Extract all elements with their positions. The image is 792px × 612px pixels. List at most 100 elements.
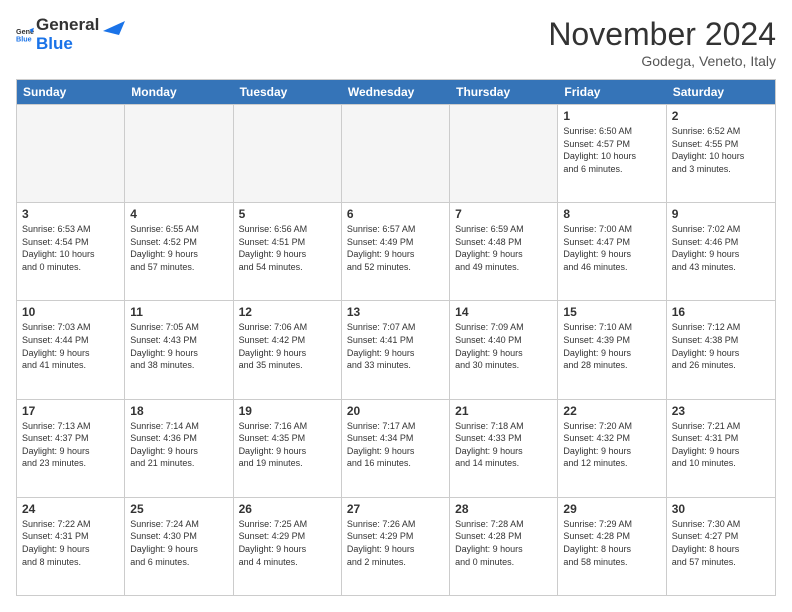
cell-info: Sunrise: 6:55 AM Sunset: 4:52 PM Dayligh… [130, 223, 227, 273]
day-number: 24 [22, 502, 119, 516]
day-number: 22 [563, 404, 660, 418]
logo-bird-icon [103, 17, 125, 45]
cell-info: Sunrise: 6:53 AM Sunset: 4:54 PM Dayligh… [22, 223, 119, 273]
day-number: 2 [672, 109, 770, 123]
calendar-cell-r4c3: 27 Sunrise: 7:26 AM Sunset: 4:29 PM Dayli… [342, 498, 450, 595]
cell-info: Sunrise: 7:12 AM Sunset: 4:38 PM Dayligh… [672, 321, 770, 371]
calendar-cell-r2c2: 12 Sunrise: 7:06 AM Sunset: 4:42 PM Dayli… [234, 301, 342, 398]
calendar-cell-r1c2: 5 Sunrise: 6:56 AM Sunset: 4:51 PM Daylig… [234, 203, 342, 300]
day-number: 15 [563, 305, 660, 319]
day-number: 17 [22, 404, 119, 418]
day-number: 6 [347, 207, 444, 221]
calendar-cell-r1c1: 4 Sunrise: 6:55 AM Sunset: 4:52 PM Daylig… [125, 203, 233, 300]
day-number: 10 [22, 305, 119, 319]
cell-info: Sunrise: 7:14 AM Sunset: 4:36 PM Dayligh… [130, 420, 227, 470]
cell-info: Sunrise: 7:05 AM Sunset: 4:43 PM Dayligh… [130, 321, 227, 371]
day-number: 26 [239, 502, 336, 516]
cell-info: Sunrise: 7:20 AM Sunset: 4:32 PM Dayligh… [563, 420, 660, 470]
header-wednesday: Wednesday [342, 80, 450, 104]
calendar-cell-r1c6: 9Sunrise: 7:02 AM Sunset: 4:46 PM Daylig… [667, 203, 775, 300]
page: General Blue General Blue November 2024 … [0, 0, 792, 612]
calendar-cell-r0c3 [342, 105, 450, 202]
logo: General Blue General Blue [16, 16, 125, 53]
cell-info: Sunrise: 6:50 AM Sunset: 4:57 PM Dayligh… [563, 125, 660, 175]
calendar-cell-r3c4: 21 Sunrise: 7:18 AM Sunset: 4:33 PM Dayli… [450, 400, 558, 497]
calendar-cell-r1c4: 7Sunrise: 6:59 AM Sunset: 4:48 PM Daylig… [450, 203, 558, 300]
day-number: 5 [239, 207, 336, 221]
cell-info: Sunrise: 7:13 AM Sunset: 4:37 PM Dayligh… [22, 420, 119, 470]
day-number: 9 [672, 207, 770, 221]
cell-info: Sunrise: 7:26 AM Sunset: 4:29 PM Dayligh… [347, 518, 444, 568]
cell-info: Sunrise: 7:24 AM Sunset: 4:30 PM Dayligh… [130, 518, 227, 568]
header-friday: Friday [558, 80, 666, 104]
cell-info: Sunrise: 7:21 AM Sunset: 4:31 PM Dayligh… [672, 420, 770, 470]
cell-info: Sunrise: 6:57 AM Sunset: 4:49 PM Dayligh… [347, 223, 444, 273]
calendar-cell-r4c5: 29Sunrise: 7:29 AM Sunset: 4:28 PM Dayli… [558, 498, 666, 595]
day-number: 30 [672, 502, 770, 516]
calendar-cell-r4c4: 28 Sunrise: 7:28 AM Sunset: 4:28 PM Dayli… [450, 498, 558, 595]
cell-info: Sunrise: 7:00 AM Sunset: 4:47 PM Dayligh… [563, 223, 660, 273]
calendar-body: 1 Sunrise: 6:50 AM Sunset: 4:57 PM Daylig… [17, 104, 775, 595]
calendar-cell-r0c2 [234, 105, 342, 202]
day-number: 29 [563, 502, 660, 516]
calendar-cell-r2c3: 13 Sunrise: 7:07 AM Sunset: 4:41 PM Dayli… [342, 301, 450, 398]
calendar-cell-r3c1: 18 Sunrise: 7:14 AM Sunset: 4:36 PM Dayli… [125, 400, 233, 497]
month-title: November 2024 [548, 16, 776, 53]
header-monday: Monday [125, 80, 233, 104]
day-number: 25 [130, 502, 227, 516]
cell-info: Sunrise: 7:25 AM Sunset: 4:29 PM Dayligh… [239, 518, 336, 568]
cell-info: Sunrise: 7:03 AM Sunset: 4:44 PM Dayligh… [22, 321, 119, 371]
calendar-cell-r3c3: 20Sunrise: 7:17 AM Sunset: 4:34 PM Dayli… [342, 400, 450, 497]
calendar-row-1: 1 Sunrise: 6:50 AM Sunset: 4:57 PM Daylig… [17, 104, 775, 202]
day-number: 18 [130, 404, 227, 418]
day-number: 1 [563, 109, 660, 123]
calendar-cell-r2c5: 15Sunrise: 7:10 AM Sunset: 4:39 PM Dayli… [558, 301, 666, 398]
cell-info: Sunrise: 6:52 AM Sunset: 4:55 PM Dayligh… [672, 125, 770, 175]
header-sunday: Sunday [17, 80, 125, 104]
calendar-cell-r4c2: 26 Sunrise: 7:25 AM Sunset: 4:29 PM Dayli… [234, 498, 342, 595]
day-number: 16 [672, 305, 770, 319]
day-number: 3 [22, 207, 119, 221]
header-tuesday: Tuesday [234, 80, 342, 104]
calendar-cell-r0c1 [125, 105, 233, 202]
day-number: 27 [347, 502, 444, 516]
cell-info: Sunrise: 7:06 AM Sunset: 4:42 PM Dayligh… [239, 321, 336, 371]
calendar-cell-r3c2: 19 Sunrise: 7:16 AM Sunset: 4:35 PM Dayli… [234, 400, 342, 497]
day-number: 11 [130, 305, 227, 319]
cell-info: Sunrise: 7:18 AM Sunset: 4:33 PM Dayligh… [455, 420, 552, 470]
calendar-row-2: 3 Sunrise: 6:53 AM Sunset: 4:54 PM Daylig… [17, 202, 775, 300]
cell-info: Sunrise: 7:28 AM Sunset: 4:28 PM Dayligh… [455, 518, 552, 568]
day-number: 14 [455, 305, 552, 319]
calendar-cell-r0c5: 1 Sunrise: 6:50 AM Sunset: 4:57 PM Daylig… [558, 105, 666, 202]
day-number: 4 [130, 207, 227, 221]
day-number: 23 [672, 404, 770, 418]
cell-info: Sunrise: 7:16 AM Sunset: 4:35 PM Dayligh… [239, 420, 336, 470]
calendar-cell-r2c6: 16 Sunrise: 7:12 AM Sunset: 4:38 PM Dayli… [667, 301, 775, 398]
calendar-cell-r0c4 [450, 105, 558, 202]
day-number: 7 [455, 207, 552, 221]
location: Godega, Veneto, Italy [548, 53, 776, 69]
calendar-cell-r0c6: 2 Sunrise: 6:52 AM Sunset: 4:55 PM Daylig… [667, 105, 775, 202]
calendar-cell-r4c0: 24Sunrise: 7:22 AM Sunset: 4:31 PM Dayli… [17, 498, 125, 595]
day-number: 8 [563, 207, 660, 221]
cell-info: Sunrise: 6:56 AM Sunset: 4:51 PM Dayligh… [239, 223, 336, 273]
calendar-cell-r0c0 [17, 105, 125, 202]
header: General Blue General Blue November 2024 … [16, 16, 776, 69]
day-number: 21 [455, 404, 552, 418]
calendar-cell-r4c6: 30Sunrise: 7:30 AM Sunset: 4:27 PM Dayli… [667, 498, 775, 595]
calendar-cell-r2c1: 11 Sunrise: 7:05 AM Sunset: 4:43 PM Dayli… [125, 301, 233, 398]
logo-blue-text: Blue [36, 35, 99, 54]
day-number: 28 [455, 502, 552, 516]
day-number: 19 [239, 404, 336, 418]
logo-general-text: General [36, 16, 99, 35]
calendar-header: Sunday Monday Tuesday Wednesday Thursday… [17, 80, 775, 104]
calendar-cell-r3c5: 22 Sunrise: 7:20 AM Sunset: 4:32 PM Dayli… [558, 400, 666, 497]
day-number: 13 [347, 305, 444, 319]
day-number: 12 [239, 305, 336, 319]
cell-info: Sunrise: 7:09 AM Sunset: 4:40 PM Dayligh… [455, 321, 552, 371]
calendar-cell-r1c0: 3 Sunrise: 6:53 AM Sunset: 4:54 PM Daylig… [17, 203, 125, 300]
cell-info: Sunrise: 7:07 AM Sunset: 4:41 PM Dayligh… [347, 321, 444, 371]
cell-info: Sunrise: 7:17 AM Sunset: 4:34 PM Dayligh… [347, 420, 444, 470]
title-block: November 2024 Godega, Veneto, Italy [548, 16, 776, 69]
calendar-cell-r3c0: 17 Sunrise: 7:13 AM Sunset: 4:37 PM Dayli… [17, 400, 125, 497]
